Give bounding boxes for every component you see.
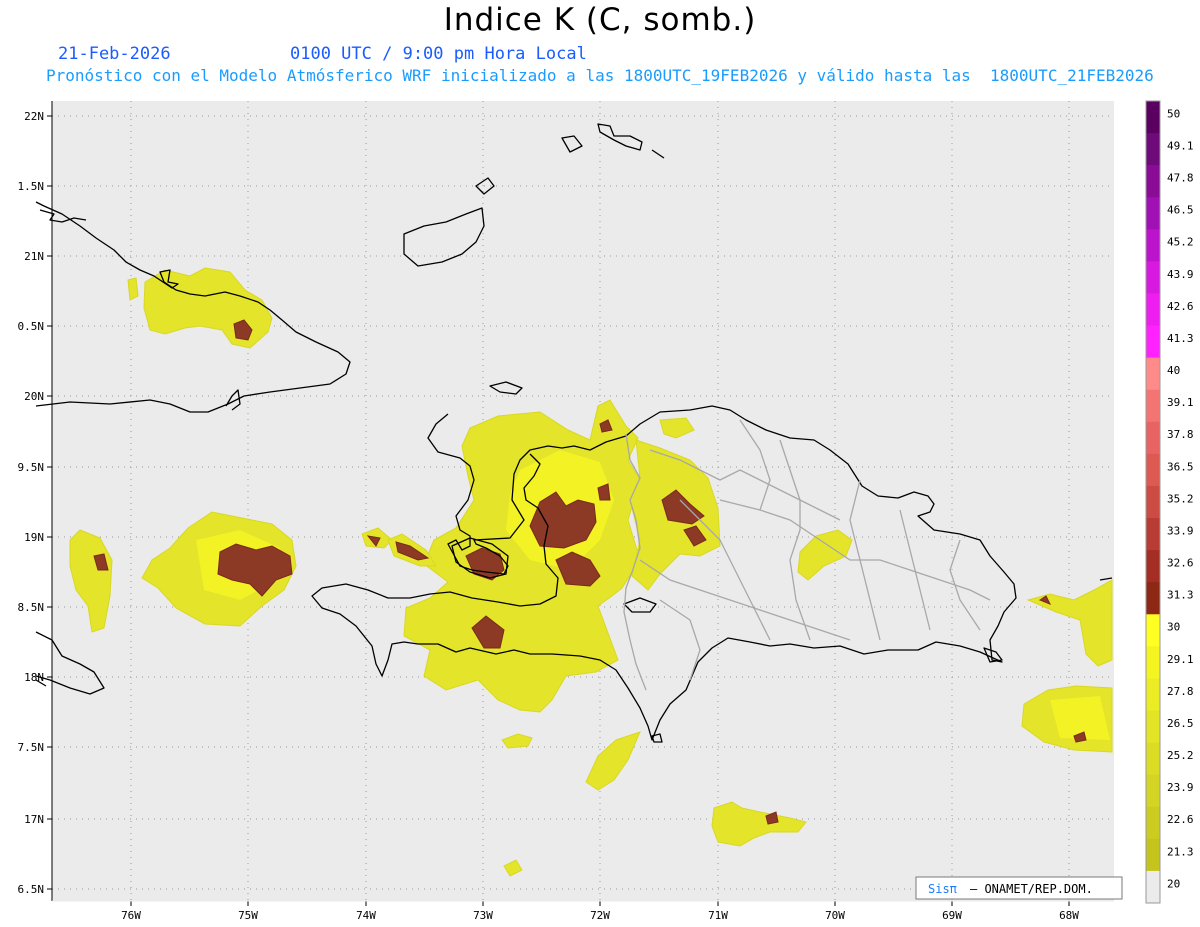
lat-label: 22N xyxy=(24,110,44,123)
lon-label: 68W xyxy=(1059,909,1079,922)
colorbar-level-label: 49.1 xyxy=(1167,139,1194,152)
colorbar-level-label: 25.2 xyxy=(1167,749,1194,762)
colorbar-swatch xyxy=(1146,678,1160,712)
colorbar-level-label: 46.5 xyxy=(1167,204,1194,217)
colorbar-swatch xyxy=(1146,357,1160,391)
colorbar-level-label: 30 xyxy=(1167,621,1180,634)
colorbar-swatch xyxy=(1146,421,1160,455)
colorbar-level-label: 50 xyxy=(1167,107,1180,120)
colorbar-level-label: 45.2 xyxy=(1167,236,1194,249)
colorbar-swatch xyxy=(1146,133,1160,166)
shade-area-speck-3 xyxy=(127,277,139,301)
colorbar-swatch xyxy=(1146,550,1160,583)
colorbar-swatch xyxy=(1146,806,1160,840)
colorbar-level-label: 20 xyxy=(1167,877,1180,890)
lat-label: 21N xyxy=(24,250,44,263)
colorbar-swatch xyxy=(1146,582,1160,615)
colorbar-level-label: 21.3 xyxy=(1167,845,1194,858)
lat-label: 17N xyxy=(24,813,44,826)
credit-logo: Sisπ xyxy=(928,882,957,896)
colorbar-level-label: 33.9 xyxy=(1167,524,1194,537)
lat-label: 18N xyxy=(24,671,44,684)
lon-label: 73W xyxy=(473,909,493,922)
colorbar-swatch-below xyxy=(1146,870,1160,903)
credit-text: – ONAMET/REP.DOM. xyxy=(970,882,1093,896)
lon-label: 70W xyxy=(825,909,845,922)
lon-label: 75W xyxy=(238,909,258,922)
colorbar-level-label: 42.6 xyxy=(1167,300,1194,313)
lon-label: 69W xyxy=(942,909,962,922)
lon-label: 72W xyxy=(590,909,610,922)
colorbar-level-label: 47.8 xyxy=(1167,172,1194,185)
colorbar-level-label: 40 xyxy=(1167,364,1180,377)
colorbar-level-label: 31.3 xyxy=(1167,589,1194,602)
lon-label: 76W xyxy=(121,909,141,922)
lon-label: 74W xyxy=(356,909,376,922)
colorbar-level-label: 22.6 xyxy=(1167,813,1194,826)
colorbar-level-label: 36.5 xyxy=(1167,460,1194,473)
colorbar-level-label: 26.5 xyxy=(1167,717,1194,730)
colorbar-level-label: 39.1 xyxy=(1167,396,1194,409)
colorbar-swatch xyxy=(1146,614,1160,647)
colorbar-swatch xyxy=(1146,325,1160,359)
lon-label: 71W xyxy=(708,909,728,922)
colorbar-level-label: 32.6 xyxy=(1167,557,1194,570)
lat-label: 7.5N xyxy=(18,741,45,754)
colorbar-level-label: 41.3 xyxy=(1167,332,1194,345)
colorbar-swatch xyxy=(1146,742,1160,776)
longitude-labels: 76W 75W 74W 73W 72W 71W 70W 69W 68W xyxy=(121,909,1079,922)
colorbar-level-label: 43.9 xyxy=(1167,268,1194,281)
colorbar xyxy=(1145,100,1161,904)
colorbar-level-label: 23.9 xyxy=(1167,781,1194,794)
colorbar-level-label: 37.8 xyxy=(1167,428,1194,441)
lat-label: 6.5N xyxy=(18,883,45,896)
colorbar-swatch xyxy=(1146,261,1160,294)
colorbar-swatch xyxy=(1146,101,1160,134)
latitude-labels: 22N 1.5N 21N 0.5N 20N 9.5N 19N 8.5N 18N 7.5N 17N 6.… xyxy=(18,110,45,896)
colorbar-swatch xyxy=(1146,710,1160,744)
colorbar-swatch xyxy=(1146,197,1160,230)
colorbar-swatch xyxy=(1146,646,1160,679)
colorbar-level-label: 27.8 xyxy=(1167,685,1194,698)
colorbar-swatch xyxy=(1146,838,1160,872)
colorbar-swatch xyxy=(1146,389,1160,423)
colorbar-swatch xyxy=(1146,518,1160,551)
colorbar-swatch xyxy=(1146,165,1160,198)
colorbar-swatch xyxy=(1146,485,1160,519)
lat-label: 1.5N xyxy=(18,180,45,193)
lat-label: 8.5N xyxy=(18,601,45,614)
lat-label: 9.5N xyxy=(18,461,45,474)
colorbar-swatch xyxy=(1146,293,1160,327)
colorbar-swatch xyxy=(1146,229,1160,262)
colorbar-level-label: 35.2 xyxy=(1167,492,1194,505)
lat-label: 20N xyxy=(24,390,44,403)
colorbar-labels: 50 49.1 47.8 46.5 45.2 43.9 42.6 41.3 40 39.1 37.8… xyxy=(1167,107,1194,890)
map-canvas: 22N 1.5N 21N 0.5N 20N 9.5N 19N 8.5N 18N 7.5N 17N 6.… xyxy=(18,100,1194,922)
colorbar-swatch xyxy=(1146,774,1160,808)
lat-label: 0.5N xyxy=(18,320,45,333)
lat-label: 19N xyxy=(24,531,44,544)
colorbar-swatch xyxy=(1146,453,1160,487)
colorbar-level-label: 29.1 xyxy=(1167,653,1194,666)
credit-box: Sisπ – ONAMET/REP.DOM. xyxy=(915,876,1123,900)
